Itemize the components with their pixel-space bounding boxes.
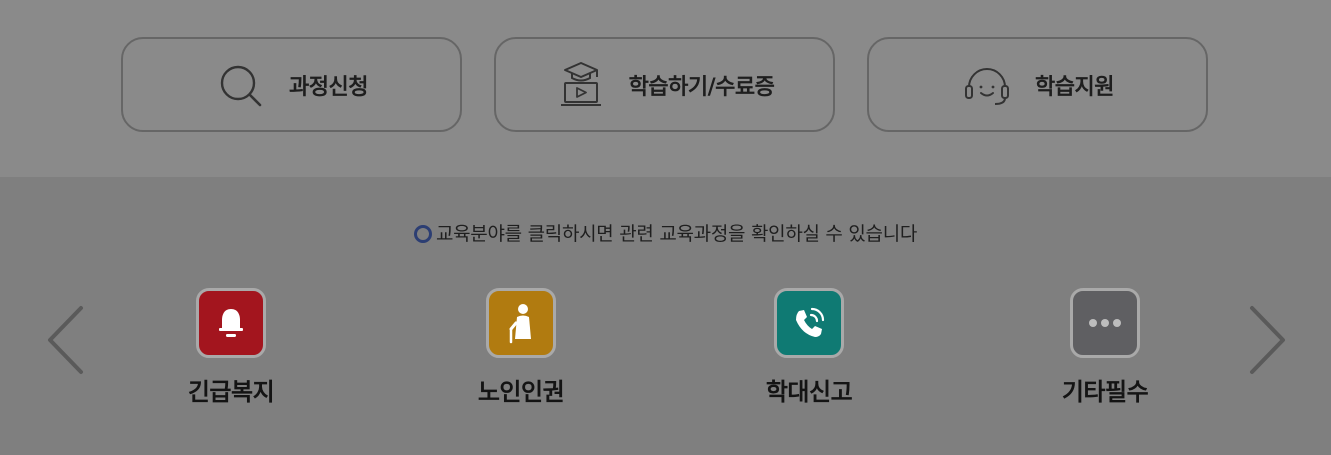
- more-dots-icon: [1089, 319, 1121, 327]
- graduation-video-icon: [555, 59, 607, 111]
- category-label: 학대신고: [765, 378, 853, 406]
- category-emergency-welfare[interactable]: 긴급복지: [131, 288, 331, 407]
- course-apply-button[interactable]: 과정신청: [121, 37, 462, 132]
- category-tile: [774, 288, 844, 358]
- study-certificate-label: 학습하기/수료증: [628, 74, 775, 100]
- study-certificate-button[interactable]: 학습하기/수료증: [494, 37, 835, 132]
- category-abuse-report[interactable]: 학대신고: [709, 288, 909, 407]
- search-icon: [215, 59, 267, 111]
- category-tile: [1070, 288, 1140, 358]
- carousel-prev-button[interactable]: [46, 305, 86, 375]
- learning-support-button[interactable]: 학습지원: [867, 37, 1208, 132]
- elderly-person-icon: [509, 304, 531, 344]
- headset-icon: [961, 59, 1013, 111]
- chevron-left-icon: [48, 306, 83, 374]
- category-notice: 교육분야를 클릭하시면 관련 교육과정을 확인하실 수 있습니다: [0, 219, 1331, 246]
- category-elderly-rights[interactable]: 노인인권: [421, 288, 621, 407]
- chevron-right-icon: [1250, 306, 1285, 374]
- category-tile: [196, 288, 266, 358]
- category-label: 기타필수: [1061, 378, 1149, 406]
- phone-call-icon: [796, 307, 825, 337]
- category-other-required[interactable]: 기타필수: [1005, 288, 1205, 407]
- category-label: 노인인권: [477, 378, 565, 406]
- notice-text: 교육분야를 클릭하시면 관련 교육과정을 확인하실 수 있습니다: [435, 223, 918, 245]
- category-tile: [486, 288, 556, 358]
- course-apply-label: 과정신청: [289, 74, 368, 100]
- category-label: 긴급복지: [187, 378, 275, 406]
- carousel-next-button[interactable]: [1247, 305, 1287, 375]
- bell-icon: [219, 309, 243, 337]
- ring-bullet-icon: [413, 225, 432, 243]
- learning-support-label: 학습지원: [1035, 74, 1114, 100]
